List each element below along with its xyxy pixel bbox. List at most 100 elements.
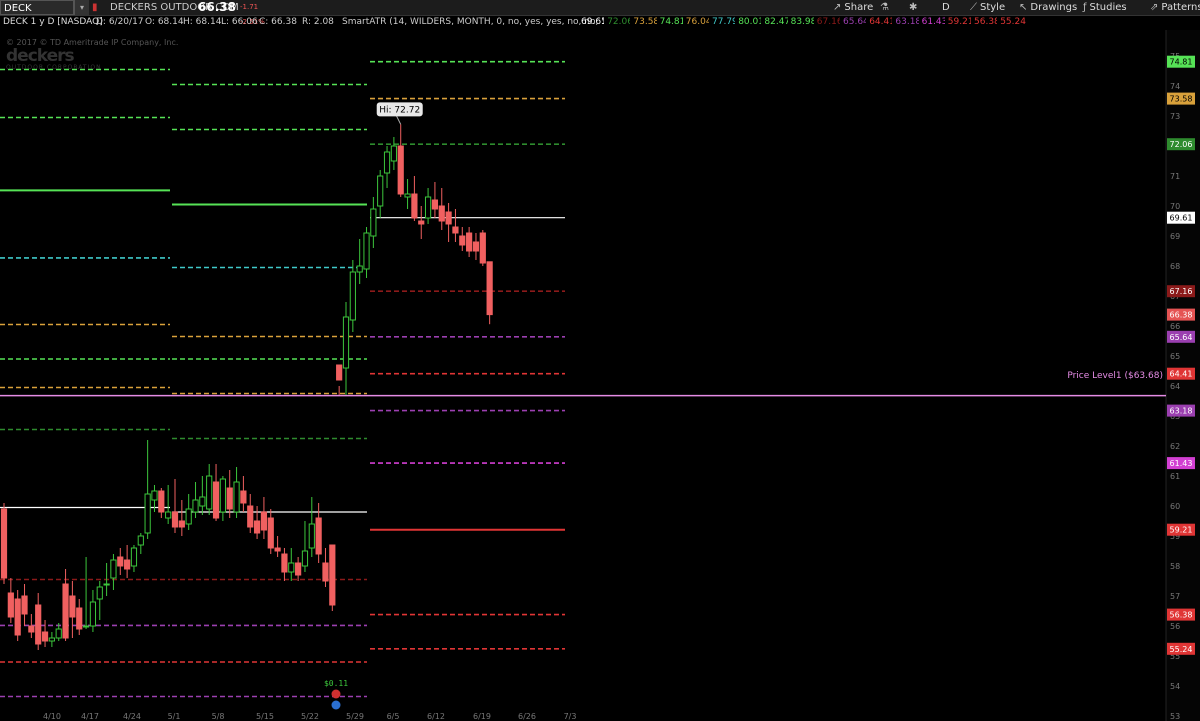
change-value: -1.71 [240, 3, 259, 11]
candle-body [253, 520, 261, 534]
x-tick-label: 5/22 [301, 712, 319, 721]
candle-body [356, 265, 363, 273]
aggregation-button[interactable]: D [942, 0, 950, 15]
candle-body [206, 475, 213, 510]
candle-body [315, 517, 322, 555]
candle-body [411, 193, 418, 219]
style-icon: ⟋ [970, 2, 977, 13]
x-tick-label: 6/5 [387, 712, 400, 721]
price-label-text: 65.64 [1170, 333, 1193, 342]
candle-body [21, 595, 28, 615]
candle-body [178, 520, 185, 528]
symbol-dropdown-icon[interactable]: ▾ [74, 0, 89, 15]
flask-button[interactable]: ⚗ [880, 0, 892, 15]
patterns-label: Patterns [1161, 2, 1200, 13]
price-label-text: 59.21 [1170, 526, 1193, 535]
y-tick-label: 68 [1170, 262, 1180, 271]
candle-body [431, 199, 439, 210]
patterns-button[interactable]: ⇗ Patterns [1150, 0, 1200, 15]
settings-button[interactable]: ✱ [909, 0, 920, 15]
toolbar: DECK ▾ ▮ DECKERS OUTDOOR COM 66.38 -1.71… [0, 0, 1200, 26]
style-label: Style [980, 2, 1006, 13]
x-tick-label: 4/17 [81, 712, 99, 721]
legend-close: C: 66.38 [259, 17, 297, 27]
y-tick-label: 58 [1170, 562, 1180, 571]
y-tick-label: 74 [1170, 82, 1180, 91]
price-label-text: 56.38 [1170, 611, 1193, 620]
candle-body [459, 235, 466, 246]
y-tick-label: 54 [1170, 682, 1180, 691]
candle-body [281, 553, 288, 573]
candle-body [124, 559, 131, 570]
settings-icon: ✱ [909, 2, 918, 13]
price-label-text: 63.18 [1170, 407, 1193, 416]
candle-body [240, 490, 247, 504]
x-tick-label: 4/10 [43, 712, 61, 721]
candle-body [48, 637, 55, 642]
candle-body [14, 598, 21, 636]
candle-body [308, 523, 315, 549]
price-label-text: 67.16 [1170, 287, 1193, 296]
candle-body [28, 625, 35, 633]
x-tick-label: 5/29 [346, 712, 364, 721]
candle-body [438, 205, 445, 222]
candle-body [62, 583, 69, 639]
y-tick-label: 64 [1170, 382, 1180, 391]
price-level-label[interactable]: Price Level1 ($63.68) [1067, 371, 1163, 381]
candle-body [130, 547, 138, 567]
price-label-text: 72.06 [1170, 140, 1193, 149]
studies-button[interactable]: ƒ Studies [1083, 0, 1127, 15]
x-tick-label: 6/26 [518, 712, 536, 721]
candle-body [486, 261, 493, 316]
candle-body [301, 550, 309, 567]
legend-date: D: 6/20/17 [96, 17, 144, 27]
style-button[interactable]: ⟋ Style [970, 0, 1005, 15]
y-tick-label: 53 [1170, 712, 1180, 721]
y-tick-label: 73 [1170, 112, 1180, 121]
chart-legend: DECK 1 y D [NASDAQ] D: 6/20/17 O: 68.14 … [0, 15, 1200, 30]
candle-body [7, 592, 14, 618]
legend-value: 55.24 [997, 16, 1029, 28]
lock-icon[interactable]: ▮ [92, 0, 98, 15]
candle-body [329, 544, 336, 606]
candle-body [233, 481, 240, 513]
candle-body [424, 196, 432, 219]
drawings-icon: ↖ [1019, 2, 1028, 13]
studies-icon: ƒ [1083, 2, 1087, 13]
y-tick-label: 70 [1170, 202, 1180, 211]
candle-body [192, 499, 199, 513]
candle-body [212, 481, 220, 519]
hi-callout-text: Hi: 72.72 [379, 105, 420, 115]
candle-body [55, 628, 62, 639]
candle-body [370, 208, 377, 237]
candle-body [35, 604, 42, 645]
aggregation-label: D [942, 2, 950, 13]
candle-body [404, 193, 411, 198]
x-tick-label: 6/12 [427, 712, 445, 721]
candle-body [363, 232, 370, 270]
candle-body [110, 559, 117, 579]
company-logo: deckers [6, 46, 75, 66]
candle-body [199, 496, 206, 507]
candle-body [288, 562, 295, 573]
studies-label: Studies [1089, 2, 1127, 13]
candle-body [144, 493, 151, 534]
price-label-text: 55.24 [1170, 645, 1193, 654]
dividend-icon [331, 700, 341, 710]
candle-body [96, 586, 103, 600]
x-tick-label: 6/19 [473, 712, 491, 721]
drawings-button[interactable]: ↖ Drawings [1019, 0, 1077, 15]
last-price: 66.38 [198, 0, 236, 14]
candle-body [274, 547, 281, 552]
candle-body [418, 220, 425, 225]
price-chart[interactable]: 5354555657585960616263646566676869707172… [0, 0, 1200, 721]
x-tick-label: 5/8 [212, 712, 225, 721]
legend-low: L: 66.06 [221, 17, 258, 27]
share-button[interactable]: ↗ Share [833, 0, 873, 15]
candle-body [260, 511, 268, 531]
y-tick-label: 57 [1170, 592, 1180, 601]
y-tick-label: 60 [1170, 502, 1180, 511]
patterns-icon: ⇗ [1150, 2, 1159, 13]
symbol-input[interactable]: DECK [0, 0, 74, 15]
y-tick-label: 66 [1170, 322, 1180, 331]
